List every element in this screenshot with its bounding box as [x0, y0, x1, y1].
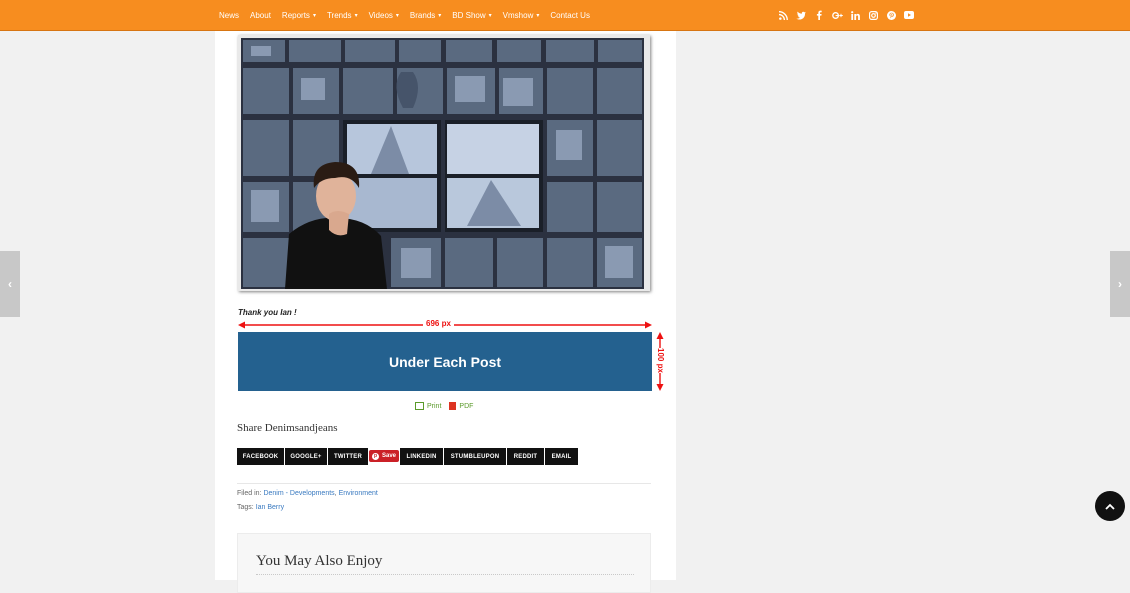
nav-item-brands[interactable]: Brands ▾ [410, 11, 441, 20]
pdf-link[interactable]: PDF [449, 402, 473, 410]
instagram-icon[interactable] [867, 9, 879, 21]
facebook-icon[interactable] [813, 9, 825, 21]
chevron-left-icon: ‹ [8, 277, 12, 291]
share-buttons: FACEBOOK GOOGLE+ TWITTER p Save LINKEDIN… [237, 448, 579, 465]
twitter-icon[interactable] [795, 9, 807, 21]
category-link[interactable]: Denim - Developments [263, 490, 334, 497]
ad-width-label: 696 px [423, 318, 454, 330]
share-reddit-button[interactable]: REDDIT [507, 448, 545, 465]
nav-item-about[interactable]: About [250, 11, 271, 20]
ad-height-label: 100 px [654, 348, 666, 373]
category-link[interactable]: Environment [339, 490, 378, 497]
post-tags: Tags: Ian Berry [237, 504, 285, 511]
print-pdf-links: Print PDF [415, 402, 481, 410]
nav-item-contact-us[interactable]: Contact Us [550, 11, 590, 20]
social-links [777, 0, 921, 30]
nav-item-bd-show[interactable]: BD Show ▾ [452, 11, 491, 20]
share-facebook-button[interactable]: FACEBOOK [237, 448, 284, 465]
nav-item-reports[interactable]: Reports ▾ [282, 11, 316, 20]
pdf-icon [449, 402, 457, 410]
nav-item-trends[interactable]: Trends ▾ [327, 11, 358, 20]
ad-height-dimension: 100 px [653, 332, 667, 391]
chevron-down-icon: ▾ [488, 12, 492, 19]
share-google-plus-button[interactable]: GOOGLE+ [285, 448, 327, 465]
chevron-down-icon: ▾ [438, 12, 442, 19]
rss-icon[interactable] [777, 9, 789, 21]
top-navigation-bar: News About Reports ▾ Trends ▾ Videos ▾ Bran… [0, 0, 1130, 31]
pinterest-icon[interactable] [885, 9, 897, 21]
share-heading: Share Denimsandjeans [237, 422, 338, 434]
scroll-to-top-button[interactable] [1095, 491, 1125, 521]
youtube-icon[interactable] [903, 9, 915, 21]
post-image [238, 35, 650, 291]
next-post-arrow[interactable]: › [1110, 251, 1130, 317]
ad-width-dimension: 696 px [238, 318, 652, 332]
chevron-down-icon: ▾ [536, 12, 540, 19]
related-posts: You May Also Enjoy [237, 533, 651, 593]
previous-post-arrow[interactable]: ‹ [0, 251, 20, 317]
tag-link[interactable]: Ian Berry [256, 504, 284, 511]
share-email-button[interactable]: EMAIL [545, 448, 579, 465]
post-content: Thank you Ian ! 696 px Under Each Post 1… [215, 31, 676, 593]
nav-item-vmshow[interactable]: Vmshow ▾ [503, 11, 540, 20]
main-menu: News About Reports ▾ Trends ▾ Videos ▾ Bran… [219, 0, 601, 30]
printer-icon [415, 402, 424, 410]
nav-item-videos[interactable]: Videos ▾ [369, 11, 399, 20]
ad-banner-under-post[interactable]: Under Each Post [238, 332, 652, 391]
share-twitter-button[interactable]: TWITTER [328, 448, 368, 465]
chevron-down-icon: ▾ [395, 12, 399, 19]
google-plus-icon[interactable] [831, 9, 843, 21]
pinterest-icon: p [372, 452, 379, 460]
share-stumbleupon-button[interactable]: STUMBLEUPON [444, 448, 507, 465]
surveillance-screens-photo [241, 38, 644, 289]
chevron-down-icon: ▾ [312, 12, 316, 19]
image-caption: Thank you Ian ! [238, 308, 297, 317]
chevron-up-icon [1105, 503, 1115, 510]
chevron-right-icon: › [1118, 277, 1122, 291]
share-linkedin-button[interactable]: LINKEDIN [400, 448, 444, 465]
meta-divider [237, 483, 651, 484]
related-posts-title: You May Also Enjoy [256, 553, 383, 569]
nav-item-news[interactable]: News [219, 11, 239, 20]
linkedin-icon[interactable] [849, 9, 861, 21]
print-link[interactable]: Print [415, 402, 441, 410]
pinterest-save-button[interactable]: p Save [369, 450, 400, 462]
ad-banner-label: Under Each Post [388, 353, 502, 370]
related-posts-divider [256, 574, 634, 575]
chevron-down-icon: ▾ [354, 12, 358, 19]
filed-in: Filed in: Denim - Developments, Environm… [237, 490, 378, 497]
